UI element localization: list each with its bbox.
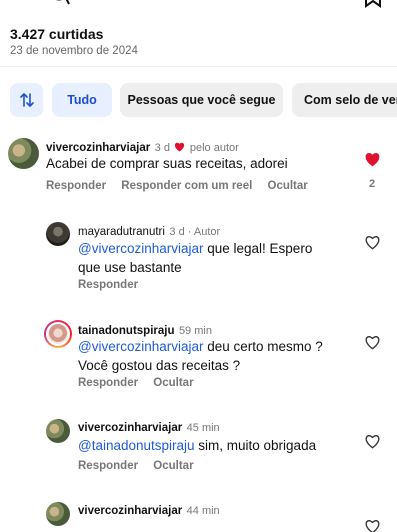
sort-button[interactable]	[10, 83, 43, 117]
comment-text: @tainadonutspiraju sim, muito obrigada	[78, 438, 317, 453]
comment-actions: Responder Ocultar	[78, 460, 206, 472]
save-icon[interactable]	[362, 0, 384, 8]
divider	[0, 66, 397, 67]
reply-comment: vivercozinharviajar 44 min	[0, 495, 397, 532]
filter-all[interactable]: Tudo	[52, 83, 112, 117]
comment-username[interactable]: vivercozinharviajar	[78, 505, 182, 517]
hide-button[interactable]: Ocultar	[153, 460, 193, 472]
comment-time: 44 min	[186, 505, 220, 517]
comment: vivercozinharviajar 3 d pelo autor Acabe…	[0, 130, 397, 200]
comment-username[interactable]: vivercozinharviajar	[78, 422, 182, 434]
comment-actions: Responder Ocultar	[78, 377, 206, 389]
comment-username[interactable]: vivercozinharviajar	[46, 142, 150, 154]
hide-button[interactable]: Ocultar	[153, 377, 193, 389]
avatar[interactable]	[46, 502, 70, 526]
comment-text: Acabei de comprar suas receitas, adorei	[46, 156, 288, 171]
likes-count[interactable]: 3.427 curtidas	[10, 26, 103, 42]
reply-comment: mayaradutranutri 3 d · Autor @vivercozin…	[0, 215, 397, 295]
reply-button[interactable]: Responder	[78, 377, 138, 389]
filter-following[interactable]: Pessoas que você segue	[120, 83, 283, 117]
comment-header: vivercozinharviajar 45 min	[78, 418, 220, 436]
heart-outline-icon[interactable]	[364, 235, 381, 250]
comment-header: mayaradutranutri 3 d · Autor	[78, 226, 221, 238]
comment-text: @vivercozinharviajar que legal! Espero q…	[78, 241, 313, 275]
comment-actions: Responder	[78, 279, 150, 291]
comment-username[interactable]: mayaradutranutri	[78, 226, 165, 238]
post-date: 23 de novembro de 2024	[10, 45, 138, 57]
like-count: 2	[369, 178, 376, 190]
heart-outline-icon[interactable]	[364, 519, 381, 532]
liked-by-author-heart-icon	[175, 142, 185, 152]
post-actions-bar	[0, 0, 397, 10]
avatar[interactable]	[46, 222, 70, 246]
filter-verified[interactable]: Com selo de verifi	[292, 83, 397, 117]
comment-actions: Responder Responder com um reel Ocultar	[46, 180, 320, 192]
avatar[interactable]	[8, 138, 39, 169]
comment-header: vivercozinharviajar 44 min	[78, 501, 220, 519]
avatar[interactable]	[46, 419, 70, 443]
author-label: Autor	[193, 226, 221, 238]
reply-comment: vivercozinharviajar 45 min @tainadonutsp…	[0, 412, 397, 482]
comment-time: 59 min	[178, 325, 212, 337]
comment-time: 3 d	[154, 142, 170, 154]
mention-link[interactable]: @tainadonutspiraju	[78, 438, 195, 453]
comment-icon[interactable]	[48, 0, 70, 8]
reply-button[interactable]: Responder	[78, 279, 138, 291]
comment-username[interactable]: tainadonutspiraju	[78, 325, 174, 337]
comment-time: 45 min	[186, 422, 220, 434]
heart-filled-icon[interactable]	[364, 152, 381, 167]
reply-button[interactable]: Responder	[46, 180, 106, 192]
mention-link[interactable]: @vivercozinharviajar	[78, 241, 204, 256]
comment-filters: Tudo Pessoas que você segue Com selo de …	[10, 83, 397, 117]
heart-outline-icon[interactable]	[364, 434, 381, 449]
liked-by-author-label: pelo autor	[189, 142, 239, 154]
mention-link[interactable]: @vivercozinharviajar	[78, 339, 204, 354]
hide-button[interactable]: Ocultar	[268, 180, 308, 192]
comment-text: @vivercozinharviajar deu certo mesmo ? V…	[78, 339, 323, 373]
reply-with-reel-button[interactable]: Responder com um reel	[121, 180, 252, 192]
sort-icon	[19, 93, 34, 107]
like-icon[interactable]	[2, 0, 24, 8]
reply-comment: tainadonutspiraju 59 min @vivercozinharv…	[0, 315, 397, 395]
reply-button[interactable]: Responder	[78, 460, 138, 472]
heart-outline-icon[interactable]	[364, 335, 381, 350]
avatar[interactable]	[48, 324, 68, 344]
comment-time: 3 d	[169, 226, 185, 238]
